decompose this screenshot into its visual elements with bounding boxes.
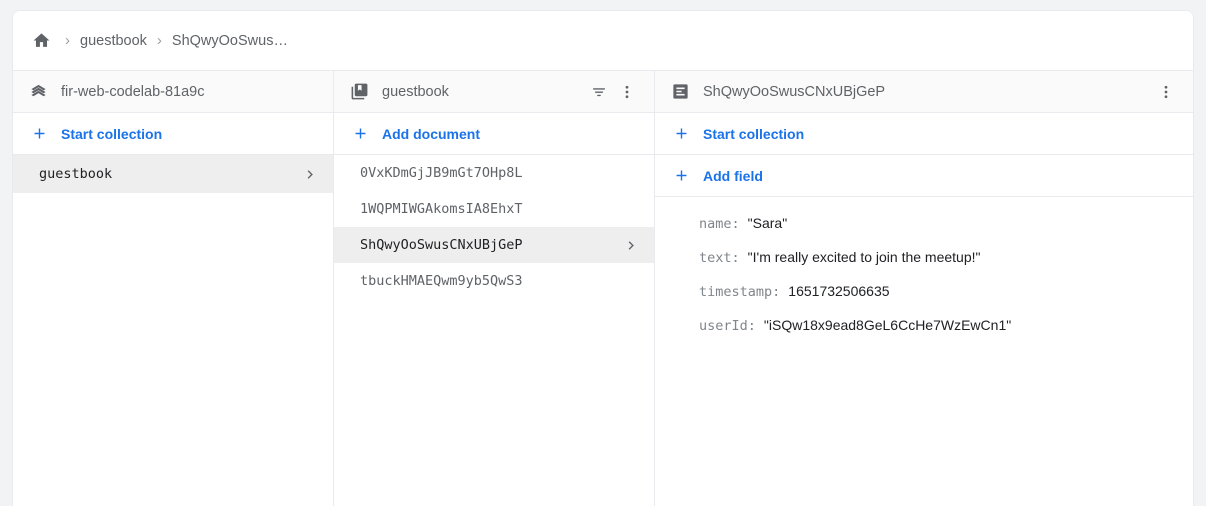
more-vert-icon[interactable] xyxy=(1153,79,1179,105)
document-id: ShQwyOoSwusCNxUBjGeP xyxy=(360,237,623,253)
field-list: name : "Sara" text : "I'm really excited… xyxy=(655,197,1193,506)
add-field-label: Add field xyxy=(703,168,763,184)
table-row[interactable]: 0VxKDmGjJB9mGt7OHp8L xyxy=(334,155,654,191)
table-row[interactable]: ShQwyOoSwusCNxUBjGeP xyxy=(334,227,654,263)
plus-icon xyxy=(27,122,51,146)
document-id: tbuckHMAEQwm9yb5QwS3 xyxy=(360,273,623,289)
panel-collection-actions xyxy=(586,79,640,105)
field-colon: : xyxy=(748,318,756,334)
breadcrumb: › guestbook › ShQwyOoSwus… xyxy=(13,11,1193,71)
chevron-right-icon xyxy=(623,237,640,254)
panel-collection-header: guestbook xyxy=(334,71,654,113)
collection-list: guestbook xyxy=(13,155,333,506)
document-id: 0VxKDmGjJB9mGt7OHp8L xyxy=(360,165,623,181)
field-value: 1651732506635 xyxy=(788,283,889,299)
panel-database-title: fir-web-codelab-81a9c xyxy=(61,84,319,100)
field-row-text[interactable]: text : "I'm really excited to join the m… xyxy=(699,249,1193,266)
collection-row-guestbook[interactable]: guestbook xyxy=(13,155,333,193)
panel-database-header: fir-web-codelab-81a9c xyxy=(13,71,333,113)
panel-document-title: ShQwyOoSwusCNxUBjGeP xyxy=(703,84,1153,100)
breadcrumb-item-document[interactable]: ShQwyOoSwus… xyxy=(172,33,288,49)
filter-icon[interactable] xyxy=(586,79,612,105)
field-value: "iSQw18x9ead8GeL6CcHe7WzEwCn1" xyxy=(764,317,1011,333)
chevron-right-icon xyxy=(302,166,319,183)
collection-icon xyxy=(348,81,370,103)
panel-collection: guestbook xyxy=(334,71,655,506)
table-row[interactable]: 1WQPMIWGAkomsIA8EhxT xyxy=(334,191,654,227)
panel-document-actions xyxy=(1153,79,1179,105)
add-document-label: Add document xyxy=(382,126,480,142)
start-collection-label: Start collection xyxy=(703,126,804,142)
panels-container: fir-web-codelab-81a9c Start collection g… xyxy=(13,71,1193,506)
field-colon: : xyxy=(732,250,740,266)
start-collection-button-left[interactable]: Start collection xyxy=(13,113,333,155)
field-key: text xyxy=(699,250,732,266)
field-row-userid[interactable]: userId : "iSQw18x9ead8GeL6CcHe7WzEwCn1" xyxy=(699,317,1193,334)
home-icon[interactable] xyxy=(27,27,55,55)
plus-icon xyxy=(348,122,372,146)
start-collection-button-right[interactable]: Start collection xyxy=(655,113,1193,155)
field-key: timestamp xyxy=(699,284,772,300)
field-row-timestamp[interactable]: timestamp : 1651732506635 xyxy=(699,283,1193,300)
plus-icon xyxy=(669,122,693,146)
firestore-icon xyxy=(27,81,49,103)
breadcrumb-separator-2: › xyxy=(157,33,162,48)
firestore-data-card: › guestbook › ShQwyOoSwus… fir-web-codel… xyxy=(12,10,1194,506)
plus-icon xyxy=(669,164,693,188)
field-colon: : xyxy=(772,284,780,300)
document-id: 1WQPMIWGAkomsIA8EhxT xyxy=(360,201,623,217)
field-value: "Sara" xyxy=(748,215,788,231)
collection-name: guestbook xyxy=(39,166,302,182)
panel-document: ShQwyOoSwusCNxUBjGeP xyxy=(655,71,1193,506)
breadcrumb-separator-1: › xyxy=(65,33,70,48)
breadcrumb-item-guestbook[interactable]: guestbook xyxy=(80,33,147,49)
add-field-button[interactable]: Add field xyxy=(655,155,1193,197)
field-colon: : xyxy=(732,216,740,232)
document-list: 0VxKDmGjJB9mGt7OHp8L 1WQPMIWGAkomsIA8Ehx… xyxy=(334,155,654,506)
field-row-name[interactable]: name : "Sara" xyxy=(699,215,1193,232)
table-row[interactable]: tbuckHMAEQwm9yb5QwS3 xyxy=(334,263,654,299)
panel-collection-title: guestbook xyxy=(382,84,586,100)
more-vert-icon[interactable] xyxy=(614,79,640,105)
panel-database: fir-web-codelab-81a9c Start collection g… xyxy=(13,71,334,506)
document-icon xyxy=(669,81,691,103)
field-value: "I'm really excited to join the meetup!" xyxy=(748,249,981,265)
field-key: userId xyxy=(699,318,748,334)
panel-document-header: ShQwyOoSwusCNxUBjGeP xyxy=(655,71,1193,113)
start-collection-label: Start collection xyxy=(61,126,162,142)
add-document-button[interactable]: Add document xyxy=(334,113,654,155)
field-key: name xyxy=(699,216,732,232)
